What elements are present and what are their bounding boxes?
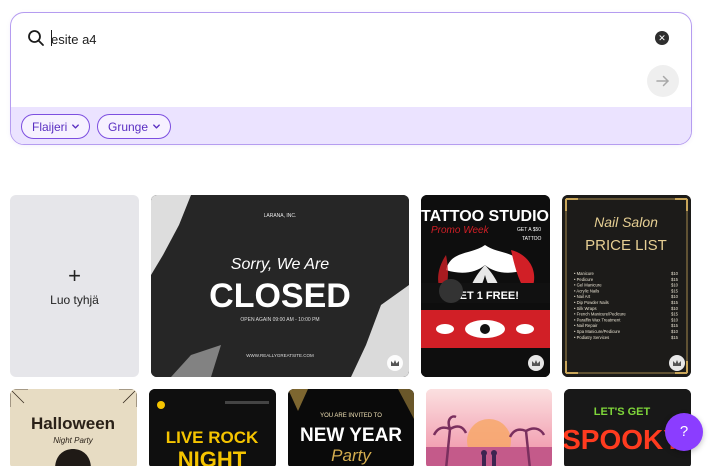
spooky-title: LET'S GET (594, 406, 651, 418)
price-list-item-price: $15 (671, 288, 679, 293)
filter-chip-label: Grunge (108, 119, 149, 134)
search-icon (28, 30, 44, 46)
filter-bar: Flaijeri Grunge (11, 107, 691, 144)
create-blank-button[interactable]: + Luo tyhjä (10, 195, 139, 377)
plus-icon: + (68, 263, 81, 288)
price-list-item-price: $15 (671, 323, 679, 328)
newyear-invite: YOU ARE INVITED TO (320, 413, 382, 419)
template-thumbnail (426, 389, 552, 466)
price-list-item-name: • Pedicure (574, 277, 594, 282)
price-list-item-price: $10 (671, 317, 679, 322)
pro-crown-icon (669, 355, 685, 371)
price-list-item-name: • Dip Powder Nails (574, 300, 609, 305)
rock-title: LIVE ROCK (166, 428, 259, 447)
price-list-item-name: • Nail Repair (574, 323, 598, 328)
template-card-beach[interactable] (426, 389, 552, 466)
text-caret (51, 30, 52, 46)
closed-url: WWW.REALLYGREATSITE.COM (246, 353, 314, 358)
halloween-title: Halloween (31, 414, 115, 433)
closed-script: Sorry, We Are (231, 256, 329, 273)
template-thumbnail: LARANA, INC. Sorry, We Are CLOSED OPEN A… (151, 195, 409, 377)
template-card-live-rock[interactable]: LIVE ROCK NIGHT (149, 389, 276, 466)
chevron-down-icon (153, 124, 160, 129)
nails-title: PRICE LIST (585, 237, 667, 254)
price-list-item-name: • Acrylic Nails (574, 288, 599, 293)
template-thumbnail: TATTOO STUDIO Promo Week GET A $50 TATTO… (421, 195, 550, 377)
help-icon: ? (679, 423, 689, 440)
price-list-item-price: $10 (671, 306, 679, 311)
template-thumbnail: Nail Salon PRICE LIST • Manicure $10 • Ped… (562, 195, 691, 377)
price-list-item-price: $10 (671, 329, 679, 334)
template-thumbnail: YOU ARE INVITED TO NEW YEAR Party (288, 389, 414, 466)
tattoo-offer2: TATTOO (522, 236, 542, 242)
pro-crown-icon (528, 355, 544, 371)
template-card-tattoo[interactable]: TATTOO STUDIO Promo Week GET A $50 TATTO… (421, 195, 550, 377)
template-thumbnail: Halloween Night Party (10, 389, 137, 466)
price-list-item-price: $15 (671, 335, 679, 340)
price-list-item-name: • French Manicure/Pedicure (574, 312, 626, 317)
search-panel: ✕ Flaijeri Grunge (10, 12, 692, 145)
tattoo-subtitle: Promo Week (431, 225, 490, 236)
filter-chip-flyer[interactable]: Flaijeri (21, 114, 91, 139)
search-row: ✕ (11, 13, 691, 65)
price-list-item-price: $10 (671, 283, 679, 288)
price-list-item-price: $15 (671, 312, 679, 317)
newyear-script: Party (331, 446, 372, 465)
nails-script: Nail Salon (594, 214, 658, 230)
template-card-halloween[interactable]: Halloween Night Party (10, 389, 137, 466)
template-card-new-year[interactable]: YOU ARE INVITED TO NEW YEAR Party (288, 389, 414, 466)
page: ✕ Flaijeri Grunge + (0, 0, 711, 466)
pro-crown-icon (387, 355, 403, 371)
filter-chip-grunge[interactable]: Grunge (97, 114, 172, 139)
price-list-item-name: • Gel Manicure (574, 283, 602, 288)
template-thumbnail: LIVE ROCK NIGHT (149, 389, 276, 466)
price-list-item-name: • Nail Art (574, 294, 591, 299)
closed-title: CLOSED (209, 277, 351, 315)
tattoo-title: TATTOO STUDIO (421, 208, 549, 225)
price-list-item-name: • Podiatry Services (574, 335, 609, 340)
clear-search-button[interactable]: ✕ (655, 31, 669, 45)
create-blank-label: Luo tyhjä (50, 293, 99, 307)
price-list-item-name: • Paraffin Wax Treatment (574, 317, 621, 322)
help-button[interactable]: ? (665, 413, 703, 451)
price-list-item-name: • Spa Manicure/Pedicure (574, 329, 621, 334)
rock-title2: NIGHT (178, 447, 247, 466)
price-list-item-price: $15 (671, 277, 679, 282)
closed-company: LARANA, INC. (264, 213, 297, 219)
arrow-right-icon (656, 75, 669, 87)
clear-icon: ✕ (658, 33, 666, 43)
chevron-down-icon (72, 124, 80, 129)
price-list-item-name: • Manicure (574, 271, 595, 276)
filter-chip-label: Flaijeri (32, 119, 68, 134)
price-list-item-price: $10 (671, 294, 679, 299)
price-list-item-price: $10 (671, 271, 679, 276)
halloween-subtitle: Night Party (53, 436, 94, 445)
search-submit-button[interactable] (647, 65, 679, 97)
template-card-nails[interactable]: Nail Salon PRICE LIST • Manicure $10 • Ped… (562, 195, 691, 377)
price-list-item-name: • Silk Wraps (574, 306, 597, 311)
search-input[interactable] (51, 28, 631, 50)
template-card-closed[interactable]: LARANA, INC. Sorry, We Are CLOSED OPEN A… (151, 195, 409, 377)
closed-hours: OPEN AGAIN 09:00 AM - 10:00 PM (240, 317, 319, 323)
tattoo-offer: GET A $50 (517, 227, 541, 233)
price-list-item-price: $15 (671, 300, 679, 305)
newyear-title: NEW YEAR (300, 425, 402, 446)
